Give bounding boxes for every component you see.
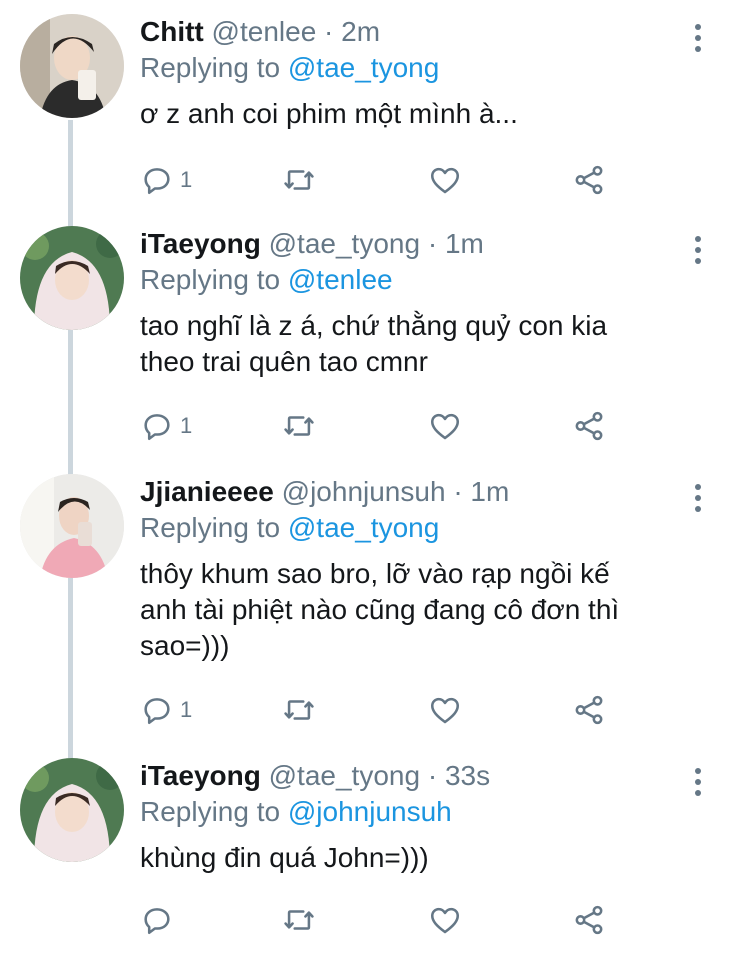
avatar-image [20, 474, 124, 578]
action-bar: 1 [140, 160, 610, 200]
share-icon [572, 693, 606, 727]
retweet-button[interactable] [282, 690, 316, 730]
retweet-button[interactable] [282, 160, 316, 200]
tweet-header: iTaeyong @tae_tyong · 1m [140, 226, 690, 262]
reply-button[interactable] [140, 900, 174, 940]
heart-icon [428, 163, 462, 197]
timestamp[interactable]: 1m [470, 476, 509, 507]
reply-icon [140, 163, 174, 197]
tweet-header: iTaeyong @tae_tyong · 33s [140, 758, 690, 794]
reply-button[interactable]: 1 [140, 406, 192, 446]
tweet-text: ơ z anh coi phim một mình à... [140, 96, 690, 132]
avatar[interactable] [20, 474, 124, 578]
mention-link[interactable]: @johnjunsuh [288, 796, 452, 827]
replying-label: Replying to [140, 264, 281, 295]
retweet-button[interactable] [282, 406, 316, 446]
tweet-text: thôy khum sao bro, lỡ vào rạp ngồi kế an… [140, 556, 690, 664]
display-name[interactable]: Jjianieeee [140, 476, 274, 507]
share-icon [572, 163, 606, 197]
mention-link[interactable]: @tae_tyong [288, 52, 439, 83]
heart-button[interactable] [428, 690, 462, 730]
avatar[interactable] [20, 226, 124, 330]
handle[interactable]: @tenlee [212, 16, 317, 47]
heart-button[interactable] [428, 406, 462, 446]
more-vertical-icon[interactable] [692, 236, 704, 264]
action-bar: 1 [140, 690, 610, 730]
avatar-image [20, 226, 124, 330]
tweet-header: Jjianieeee @johnjunsuh · 1m [140, 474, 690, 510]
heart-icon [428, 903, 462, 937]
avatar[interactable] [20, 758, 124, 862]
timestamp[interactable]: 2m [341, 16, 380, 47]
separator: · [427, 228, 438, 259]
retweet-icon [282, 693, 316, 727]
reply-icon [140, 409, 174, 443]
retweet-icon [282, 903, 316, 937]
heart-button[interactable] [428, 900, 462, 940]
tweet[interactable]: Chitt @tenlee · 2m Replying to @tae_tyon… [0, 14, 750, 204]
tweet[interactable]: iTaeyong @tae_tyong · 1m Replying to @te… [0, 226, 750, 456]
reply-button[interactable]: 1 [140, 160, 192, 200]
more-vertical-icon[interactable] [692, 768, 704, 796]
tweet-text: khùng đin quá John=))) [140, 840, 690, 876]
tweet-text-line: anh tài phiệt nào cũng đang cô đơn thì [140, 594, 620, 625]
reply-count: 1 [180, 413, 193, 438]
share-button[interactable] [572, 160, 606, 200]
avatar[interactable] [20, 14, 124, 118]
tweet-text: tao nghĩ là z á, chứ thằng quỷ con kia t… [140, 308, 690, 380]
share-button[interactable] [572, 690, 606, 730]
separator: · [324, 16, 334, 47]
retweet-icon [282, 409, 316, 443]
reply-button[interactable]: 1 [140, 690, 192, 730]
handle[interactable]: @johnjunsuh [282, 476, 446, 507]
separator: · [427, 760, 438, 791]
heart-button[interactable] [428, 160, 462, 200]
tweet-text-line: khùng đin quá John=))) [140, 842, 429, 873]
share-icon [572, 903, 606, 937]
reply-icon [140, 693, 174, 727]
tweet-text-line: ơ z anh coi phim một mình à... [140, 98, 518, 129]
tweet-text-line: tao nghĩ là z á, chứ thằng quỷ con kia [140, 310, 608, 341]
timestamp[interactable]: 1m [445, 228, 484, 259]
handle[interactable]: @tae_tyong [269, 228, 420, 259]
action-bar: 1 [140, 406, 610, 446]
tweet[interactable]: Jjianieeee @johnjunsuh · 1m Replying to … [0, 474, 750, 738]
timestamp[interactable]: 33s [445, 760, 490, 791]
avatar-image [20, 758, 124, 862]
replying-to: Replying to @johnjunsuh [140, 794, 690, 830]
share-icon [572, 409, 606, 443]
action-bar [140, 900, 610, 940]
reply-icon [140, 903, 174, 937]
mention-link[interactable]: @tae_tyong [288, 512, 439, 543]
replying-label: Replying to [140, 796, 281, 827]
tweet-header: Chitt @tenlee · 2m [140, 14, 690, 50]
avatar-image [20, 14, 124, 118]
replying-to: Replying to @tenlee [140, 262, 690, 298]
more-vertical-icon[interactable] [692, 24, 704, 52]
replying-label: Replying to [140, 52, 281, 83]
handle[interactable]: @tae_tyong [269, 760, 420, 791]
reply-count: 1 [180, 697, 193, 722]
display-name[interactable]: iTaeyong [140, 228, 261, 259]
share-button[interactable] [572, 406, 606, 446]
tweet-text-line: thôy khum sao bro, lỡ vào rạp ngồi kế [140, 558, 610, 589]
display-name[interactable]: iTaeyong [140, 760, 261, 791]
separator: · [453, 476, 463, 507]
tweet-text-line: sao=))) [140, 630, 230, 661]
reply-count: 1 [180, 167, 193, 192]
mention-link[interactable]: @tenlee [288, 264, 393, 295]
retweet-icon [282, 163, 316, 197]
retweet-button[interactable] [282, 900, 316, 940]
tweet[interactable]: iTaeyong @tae_tyong · 33s Replying to @j… [0, 758, 750, 948]
heart-icon [428, 409, 462, 443]
tweet-text-line: theo trai quên tao cmnr [140, 346, 428, 377]
share-button[interactable] [572, 900, 606, 940]
replying-to: Replying to @tae_tyong [140, 510, 690, 546]
replying-to: Replying to @tae_tyong [140, 50, 690, 86]
replying-label: Replying to [140, 512, 281, 543]
more-vertical-icon[interactable] [692, 484, 704, 512]
display-name[interactable]: Chitt [140, 16, 204, 47]
heart-icon [428, 693, 462, 727]
